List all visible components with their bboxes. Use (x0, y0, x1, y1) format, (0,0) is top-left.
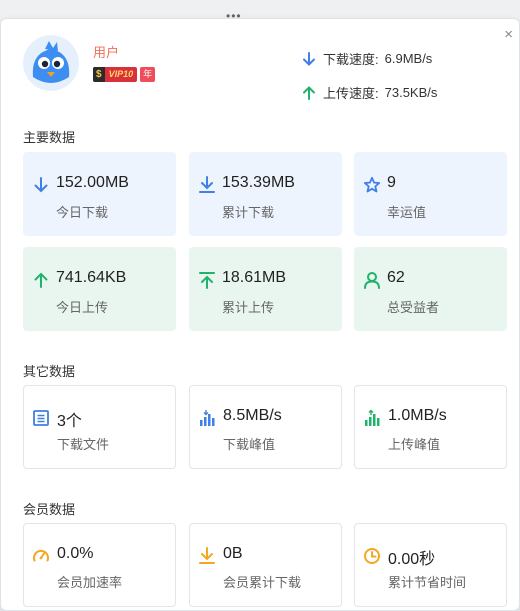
download-speed: 下载速度: 6.9MB/s (301, 49, 432, 68)
stat-card-beneficiaries: 62 总受益者 (354, 247, 507, 331)
star-icon (363, 176, 381, 193)
vip-level: VIP10 (108, 69, 134, 79)
download-speed-icon (303, 51, 315, 66)
upload-arrow-icon (34, 272, 48, 288)
download-speed-value: 6.9MB/s (384, 51, 433, 66)
stat-card-download-files: 3个 下载文件 (23, 385, 176, 469)
stats-panel: × 用户 $ VIP10 年 下载速度: 6.9MB/s 上传速度: 73.5K… (0, 18, 520, 611)
stat-label: 会员加速率 (57, 575, 123, 590)
stat-card-today-upload: 741.64KB 今日上传 (23, 247, 176, 331)
clock-icon (364, 548, 380, 564)
stat-card-luck: 9 幸运值 (354, 152, 507, 236)
download-arrow-icon (34, 177, 48, 193)
stat-card-total-upload: 18.61MB 累计上传 (189, 247, 342, 331)
upload-speed-label: 上传速度: (323, 86, 379, 101)
upload-speed: 上传速度: 73.5KB/s (301, 83, 437, 102)
stat-value: 153.39MB (222, 174, 295, 191)
stat-label: 下载峰值 (223, 437, 276, 452)
stat-label: 今日下载 (56, 205, 109, 220)
stat-card-today-download: 152.00MB 今日下载 (23, 152, 176, 236)
stat-value: 18.61MB (222, 269, 287, 286)
stat-card-member-speedup: 0.0% 会员加速率 (23, 523, 176, 607)
avatar[interactable] (23, 35, 79, 91)
stat-value: 9 (387, 174, 396, 191)
stat-value: 741.64KB (56, 269, 127, 286)
download-peak-icon (200, 410, 215, 426)
download-tray-icon (199, 547, 215, 564)
vip-s-icon: $ (93, 67, 105, 82)
stat-value: 0.00秒 (388, 551, 436, 568)
user-icon (364, 272, 380, 289)
stat-card-upload-peak: 1.0MB/s 上传峰值 (354, 385, 507, 469)
upload-speed-value: 73.5KB/s (384, 85, 438, 100)
stat-label: 累计下载 (222, 205, 275, 220)
stat-label: 今日上传 (56, 300, 109, 315)
stat-value: 0.0% (57, 545, 94, 562)
upload-speed-icon (303, 85, 315, 100)
stat-label: 累计节省时间 (388, 575, 467, 590)
stat-value: 3个 (57, 413, 82, 430)
year-badge: 年 (140, 67, 156, 82)
stat-label: 下载文件 (57, 437, 110, 452)
stat-value: 0B (223, 545, 243, 562)
user-name[interactable]: 用户 (93, 42, 119, 61)
section-title-main: 主要数据 (23, 130, 76, 145)
download-speed-label: 下载速度: (323, 52, 379, 67)
stat-label: 总受益者 (387, 300, 440, 315)
stat-label: 上传峰值 (388, 437, 441, 452)
stat-card-total-download: 153.39MB 累计下载 (189, 152, 342, 236)
stat-value: 1.0MB/s (388, 407, 447, 424)
stat-value: 152.00MB (56, 174, 129, 191)
section-title-other: 其它数据 (23, 364, 76, 379)
vip-badge: $ VIP10 (93, 67, 138, 82)
stat-card-download-peak: 8.5MB/s 下载峰值 (189, 385, 342, 469)
vip-badges: $ VIP10 年 (93, 67, 156, 82)
stat-value: 62 (387, 269, 405, 286)
upload-peak-icon (365, 409, 380, 426)
section-title-member: 会员数据 (23, 502, 76, 517)
stat-label: 累计上传 (222, 300, 275, 315)
stat-card-member-download: 0B 会员累计下载 (189, 523, 342, 607)
title-strip: ••• (0, 0, 520, 22)
close-icon[interactable]: × (504, 27, 513, 42)
file-icon (33, 410, 49, 426)
stat-label: 会员累计下载 (223, 575, 302, 590)
stat-label: 幸运值 (387, 205, 427, 220)
download-tray-icon (199, 176, 215, 193)
speedometer-icon (33, 549, 49, 562)
stat-value: 8.5MB/s (223, 407, 282, 424)
upload-bar-icon (199, 272, 215, 289)
stat-card-time-saved: 0.00秒 累计节省时间 (354, 523, 507, 607)
